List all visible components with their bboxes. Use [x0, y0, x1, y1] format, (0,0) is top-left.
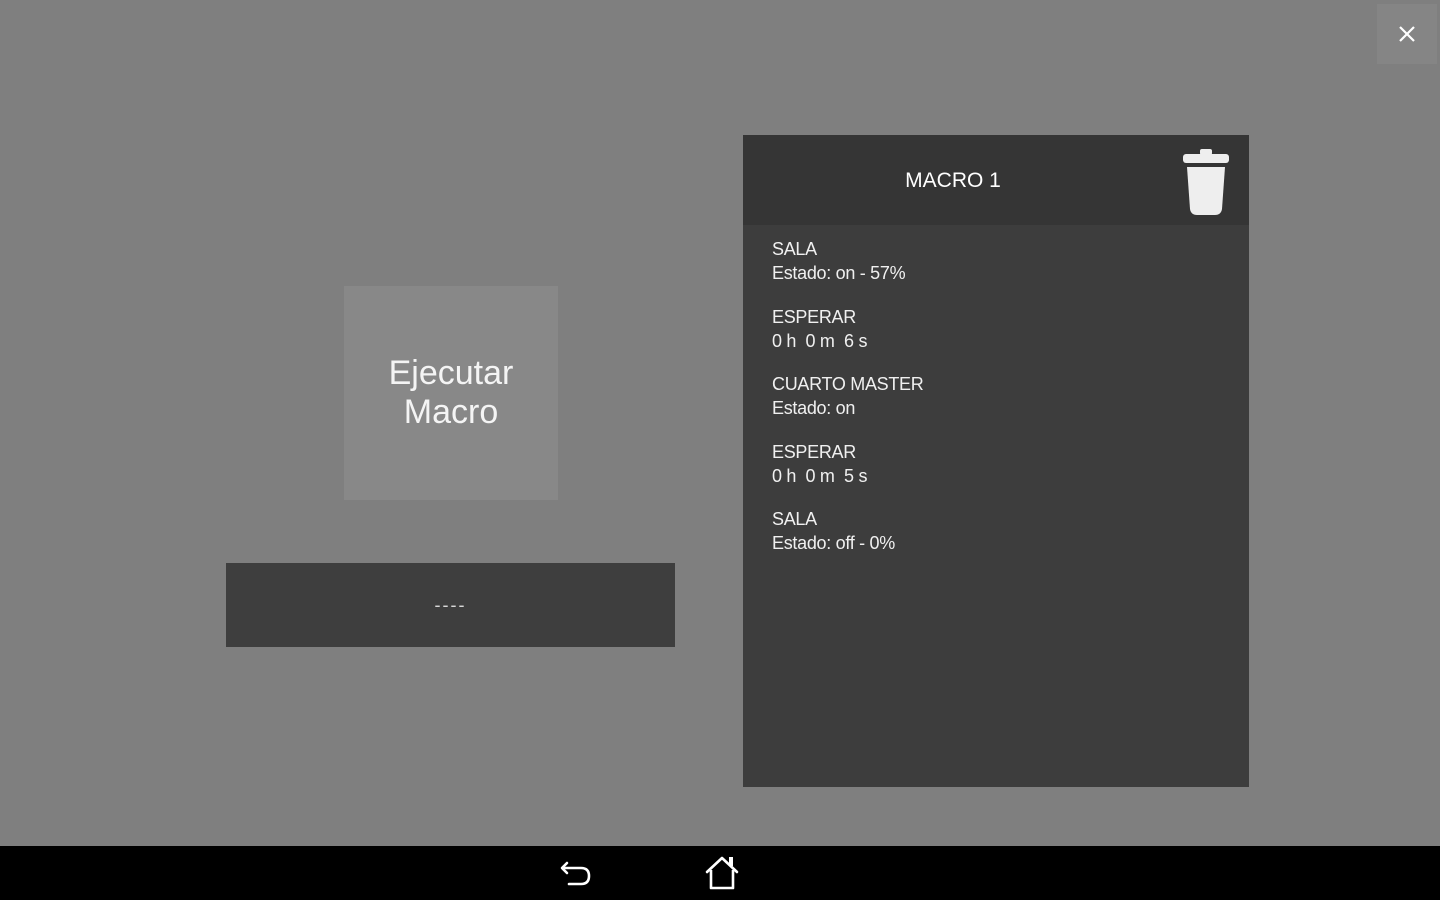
step-name: CUARTO MASTER	[772, 374, 924, 394]
step-detail: 0 h 0 m 5 s	[772, 465, 868, 486]
step-name: ESPERAR	[772, 441, 856, 462]
macro-screen: Ejecutar Macro ---- MACRO 1 SALA Estado:…	[0, 0, 1440, 900]
macro-step[interactable]: SALA Estado: off - 0%	[772, 507, 1232, 575]
step-detail: Estado: on	[772, 398, 856, 418]
back-button[interactable]	[555, 854, 599, 894]
macro-status-bar: ----	[226, 563, 675, 647]
macro-title: MACRO 1	[905, 169, 1001, 192]
macro-step[interactable]: CUARTO MASTER Estado: on	[772, 372, 1232, 440]
system-nav-bar	[0, 846, 1440, 900]
back-arrow-icon	[560, 861, 591, 886]
run-macro-label: Ejecutar Macro	[388, 354, 514, 431]
run-macro-button[interactable]: Ejecutar Macro	[344, 286, 558, 500]
step-detail: Estado: on - 57%	[772, 263, 906, 283]
step-name: ESPERAR	[772, 306, 856, 327]
delete-macro-button[interactable]	[1177, 143, 1235, 219]
home-button[interactable]	[700, 852, 744, 894]
macro-header: MACRO 1	[743, 135, 1249, 225]
step-name: SALA	[772, 239, 817, 259]
macro-steps-list: SALA Estado: on - 57% ESPERAR 0 h 0 m 6 …	[772, 237, 1232, 575]
step-name: SALA	[772, 509, 817, 529]
macro-step[interactable]: ESPERAR 0 h 0 m 6 s	[772, 305, 1232, 373]
step-detail: Estado: off - 0%	[772, 533, 895, 553]
home-icon	[705, 856, 739, 890]
macro-status-text: ----	[434, 594, 467, 615]
trash-icon	[1183, 149, 1229, 215]
close-icon	[1399, 26, 1415, 42]
macro-step[interactable]: ESPERAR 0 h 0 m 5 s	[772, 440, 1232, 508]
macro-step[interactable]: SALA Estado: on - 57%	[772, 237, 1232, 305]
macro-panel: MACRO 1 SALA Estado: on - 57% ESPERAR 0 …	[743, 135, 1249, 787]
close-button[interactable]	[1377, 4, 1437, 64]
step-detail: 0 h 0 m 6 s	[772, 330, 868, 351]
